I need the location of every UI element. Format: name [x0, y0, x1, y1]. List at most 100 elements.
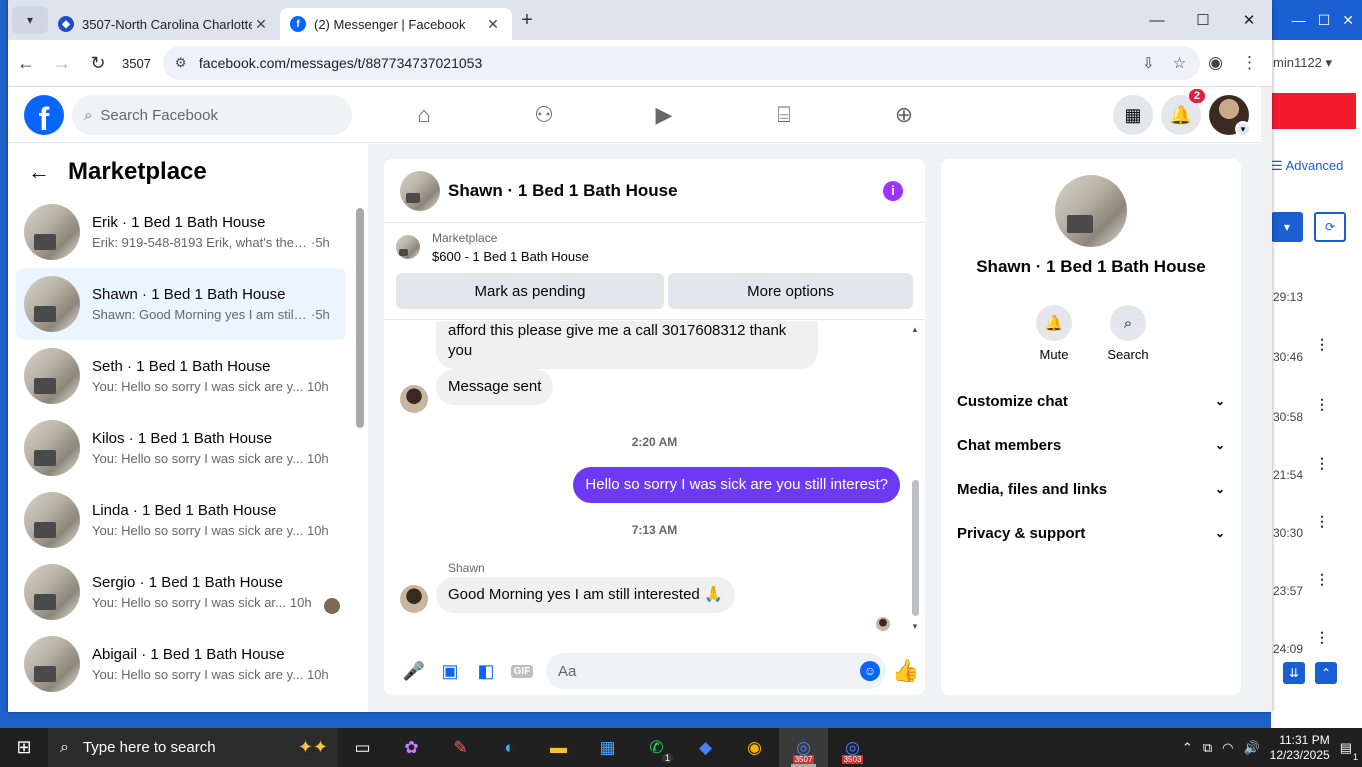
tab-search-chevron-icon[interactable]: ▾ [12, 6, 48, 34]
scroll-down-icon[interactable]: ▼ [911, 622, 919, 631]
conversation-item[interactable]: Seth · 1 Bed 1 Bath House You: Hello so … [16, 340, 346, 412]
bookmark-star-icon[interactable]: ☆ [1173, 54, 1186, 72]
thumbs-up-icon[interactable]: 👍 [892, 658, 919, 684]
scrollbar-thumb[interactable] [912, 480, 919, 616]
marketplace-icon[interactable]: ⌸ [724, 87, 844, 143]
info-icon[interactable]: i [883, 180, 903, 201]
emoji-icon[interactable]: ☺ [860, 661, 880, 681]
gaming-icon[interactable]: ⊕ [844, 87, 964, 143]
site-info-icon[interactable]: ⚙ [175, 55, 199, 71]
bg-row-menu-icon[interactable]: ⋮ [1315, 629, 1329, 646]
sticker-icon[interactable]: ◧ [468, 653, 504, 689]
privacy-support-section[interactable]: Privacy & support ⌄ [957, 521, 1225, 545]
new-tab-button[interactable]: + [512, 9, 542, 32]
notifications-bell-icon[interactable]: 🔔 2 [1161, 89, 1205, 135]
chat-members-section[interactable]: Chat members ⌄ [957, 433, 1225, 457]
message-input[interactable]: Aa ☺ [546, 653, 886, 689]
conversation-item[interactable]: Kilos · 1 Bed 1 Bath House You: Hello so… [16, 412, 346, 484]
chat-scrollbar[interactable]: ▲ ▼ [911, 325, 921, 631]
bg-row-menu-icon[interactable]: ⋮ [1315, 571, 1329, 588]
notification-center-icon[interactable]: ▤ 1 [1340, 740, 1358, 762]
tab-3507[interactable]: ◆ 3507-North Carolina Charlotte- ✕ [48, 8, 280, 40]
conversation-item[interactable]: Sergio · 1 Bed 1 Bath House You: Hello s… [16, 556, 346, 628]
taskbar-search[interactable]: ⌕ Type here to search ✦✦ [48, 728, 338, 767]
gif-icon[interactable]: GIF [504, 653, 540, 689]
install-app-icon[interactable]: ⇩ [1142, 54, 1155, 72]
sender-avatar[interactable] [400, 585, 428, 613]
marketplace-listing-card[interactable]: Marketplace $600 - 1 Bed 1 Bath House [384, 223, 925, 269]
bg-refresh-button[interactable]: ⟳ [1314, 212, 1346, 242]
whatsapp-icon[interactable]: ✆ 1 [632, 728, 681, 767]
friends-icon[interactable]: ⚇ [484, 87, 604, 143]
url-text[interactable]: facebook.com/messages/t/887734737021053 [199, 55, 482, 71]
photo-icon[interactable]: ▣ [432, 653, 468, 689]
clock[interactable]: 11:31 PM 12/23/2025 [1270, 733, 1330, 763]
search-button[interactable]: ⌕ Search [1106, 305, 1150, 362]
bg-row-menu-icon[interactable]: ⋮ [1315, 336, 1329, 353]
scroll-up-icon[interactable]: ▲ [911, 325, 919, 334]
back-arrow-icon[interactable]: ← [28, 159, 50, 185]
scrollbar-thumb[interactable] [356, 208, 364, 428]
back-arrow-icon[interactable]: ← [8, 53, 44, 74]
conversation-item[interactable]: Erik · 1 Bed 1 Bath House Erik: 919-548-… [16, 196, 346, 268]
media-files-section[interactable]: Media, files and links ⌄ [957, 477, 1225, 501]
volume-icon[interactable]: 🔊 [1243, 740, 1259, 756]
bg-up-button[interactable]: ⌃ [1315, 662, 1337, 684]
task-view-icon[interactable]: ▭ [338, 728, 387, 767]
sidebar-scrollbar[interactable] [356, 196, 364, 706]
conversation-item[interactable]: Linda · 1 Bed 1 Bath House You: Hello so… [16, 484, 346, 556]
network-device-icon[interactable]: ⧉ [1203, 740, 1212, 756]
tab-messenger[interactable]: f (2) Messenger | Facebook ✕ [280, 8, 512, 40]
browser-3503-icon[interactable]: ◎ 3503 [828, 728, 877, 767]
page-scrollbar[interactable] [1261, 87, 1272, 712]
bg-collapse-button[interactable]: ⇊ [1283, 662, 1305, 684]
edge-icon[interactable]: ◐ [485, 728, 534, 767]
file-explorer-icon[interactable]: ▬ [534, 728, 583, 767]
maximize-icon[interactable]: ☐ [1180, 0, 1226, 40]
wifi-icon[interactable]: ◠ [1222, 740, 1233, 756]
tab-close-icon[interactable]: ✕ [252, 16, 270, 33]
video-icon[interactable]: ▶ [604, 87, 724, 143]
menu-grid-icon[interactable]: ▦ [1113, 95, 1153, 135]
facebook-logo-icon[interactable]: f [24, 95, 64, 135]
conversation-item-selected[interactable]: Shawn · 1 Bed 1 Bath House Shawn: Good M… [16, 268, 346, 340]
chat-thumbnail[interactable] [400, 170, 440, 211]
windows-start-icon[interactable]: ⊞ [0, 728, 48, 767]
home-icon[interactable]: ⌂ [364, 87, 484, 143]
sender-avatar[interactable] [400, 385, 428, 413]
minimize-icon[interactable]: — [1292, 12, 1306, 28]
minimize-icon[interactable]: — [1134, 0, 1180, 40]
address-bar[interactable]: ⚙ facebook.com/messages/t/88773473702105… [162, 46, 1201, 80]
profile-label[interactable]: 3507 [122, 56, 151, 71]
profile-thumbnail[interactable] [1055, 175, 1127, 247]
chevron-up-icon[interactable]: ⌃ [1182, 740, 1193, 756]
bg-advanced-link[interactable]: ☰ Advanced [1271, 158, 1343, 174]
chat-title[interactable]: Shawn · 1 Bed 1 Bath House [448, 181, 883, 201]
profile-icon[interactable]: ◉ [1208, 53, 1223, 73]
tab-close-icon[interactable]: ✕ [484, 16, 502, 33]
mark-pending-button[interactable]: Mark as pending [396, 273, 664, 309]
menu-dots-icon[interactable]: ⋮ [1241, 53, 1258, 73]
close-icon[interactable]: ✕ [1342, 12, 1354, 29]
microphone-icon[interactable]: 🎤 [396, 653, 432, 689]
mute-button[interactable]: 🔔 Mute [1032, 305, 1076, 362]
conversation-item[interactable]: Abigail · 1 Bed 1 Bath House You: Hello … [16, 628, 346, 700]
customize-chat-section[interactable]: Customize chat ⌄ [957, 389, 1225, 413]
bg-row-menu-icon[interactable]: ⋮ [1315, 513, 1329, 530]
browser-3507-icon[interactable]: ◎ 3507 [779, 728, 828, 767]
vpn-shield-icon[interactable]: ◆ [681, 728, 730, 767]
store-icon[interactable]: ▦ [583, 728, 632, 767]
facebook-search-input[interactable]: ⌕ Search Facebook [72, 95, 352, 135]
close-icon[interactable]: ✕ [1226, 0, 1272, 40]
reload-icon[interactable]: ↻ [80, 53, 116, 74]
chrome-icon[interactable]: ◉ [730, 728, 779, 767]
bg-row-menu-icon[interactable]: ⋮ [1315, 455, 1329, 472]
bg-dropdown-button[interactable]: ▾ [1271, 212, 1303, 242]
forward-arrow-icon[interactable]: → [44, 53, 80, 74]
bg-row-menu-icon[interactable]: ⋮ [1315, 396, 1329, 413]
copilot-icon[interactable]: ✿ [387, 728, 436, 767]
paint-icon[interactable]: ✎ [436, 728, 485, 767]
maximize-icon[interactable]: ☐ [1318, 12, 1331, 29]
more-options-button[interactable]: More options [668, 273, 913, 309]
account-avatar[interactable]: ▾ [1209, 95, 1251, 137]
